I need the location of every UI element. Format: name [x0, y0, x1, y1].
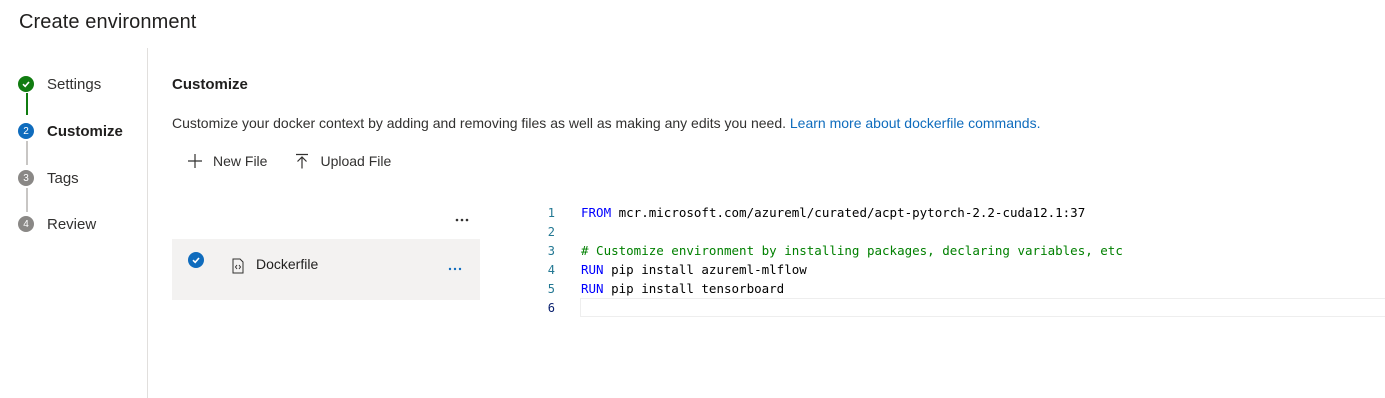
step-settings[interactable]: Settings [18, 72, 101, 96]
description-text: Customize your docker context by adding … [172, 115, 786, 131]
toolbar: New File Upload File [186, 148, 417, 174]
line-number: 5 [547, 281, 555, 296]
line-number: 6 [547, 300, 555, 315]
step-label: Settings [47, 75, 102, 93]
step-label: Customize [47, 122, 123, 140]
step-number: 4 [18, 216, 34, 232]
divider [147, 48, 148, 398]
more-icon [448, 267, 462, 271]
new-file-button[interactable]: New File [186, 152, 267, 170]
step-number: 2 [18, 123, 34, 139]
description: Customize your docker context by adding … [172, 115, 1040, 131]
new-file-label: New File [213, 153, 268, 169]
line-number: 2 [547, 224, 555, 239]
step-customize[interactable]: 2 Customize [18, 119, 123, 143]
code-text: mcr.microsoft.com/azureml/curated/acpt-p… [611, 205, 1086, 220]
checkmark-icon [18, 76, 34, 92]
line-number: 4 [547, 262, 555, 277]
wizard-stepper: Settings 2 Customize 3 Tags 4 Review [0, 0, 148, 398]
line-content: RUN pip install tensorboard [581, 281, 784, 296]
keyword: RUN [581, 262, 604, 277]
code-line: 4 RUN pip install azureml-mlflow [535, 260, 1385, 279]
line-content: FROM mcr.microsoft.com/azureml/curated/a… [581, 205, 1085, 220]
current-line-highlight [580, 298, 1385, 317]
learn-more-link[interactable]: Learn more about dockerfile commands. [790, 115, 1041, 131]
step-number: 3 [18, 170, 34, 186]
keyword: FROM [581, 205, 612, 220]
code-line: 1 FROM mcr.microsoft.com/azureml/curated… [535, 203, 1385, 222]
step-connector [26, 188, 28, 212]
selected-check-icon [188, 252, 204, 268]
more-icon [455, 218, 469, 222]
step-tags[interactable]: 3 Tags [18, 166, 79, 190]
line-content: RUN pip install azureml-mlflow [581, 262, 807, 277]
code-editor[interactable]: 1 FROM mcr.microsoft.com/azureml/curated… [535, 203, 1385, 323]
section-title: Customize [172, 76, 248, 93]
line-number: 3 [547, 243, 555, 258]
code-line: 2 [535, 222, 1385, 241]
code-comment: # Customize environment by installing pa… [581, 243, 1123, 258]
code-text: pip install azureml-mlflow [603, 262, 807, 277]
code-line: 5 RUN pip install tensorboard [535, 279, 1385, 298]
step-connector [26, 141, 28, 165]
code-line-current[interactable]: 6 [535, 298, 1385, 317]
file-more-button[interactable] [444, 259, 466, 279]
upload-icon [293, 152, 311, 170]
keyword: RUN [581, 281, 604, 296]
file-name: Dockerfile [256, 256, 319, 272]
code-line: 3 # Customize environment by installing … [535, 241, 1385, 260]
step-label: Review [47, 215, 97, 233]
file-item-dockerfile[interactable]: Dockerfile [172, 239, 480, 300]
step-review[interactable]: 4 Review [18, 212, 96, 236]
upload-file-button[interactable]: Upload File [293, 152, 391, 170]
code-text: pip install tensorboard [603, 281, 785, 296]
plus-icon [186, 152, 204, 170]
upload-file-label: Upload File [320, 153, 392, 169]
file-panel-more-button[interactable] [452, 210, 472, 230]
step-label: Tags [47, 169, 79, 187]
line-number: 1 [547, 205, 555, 220]
step-connector [26, 93, 28, 115]
code-file-icon [231, 258, 245, 274]
